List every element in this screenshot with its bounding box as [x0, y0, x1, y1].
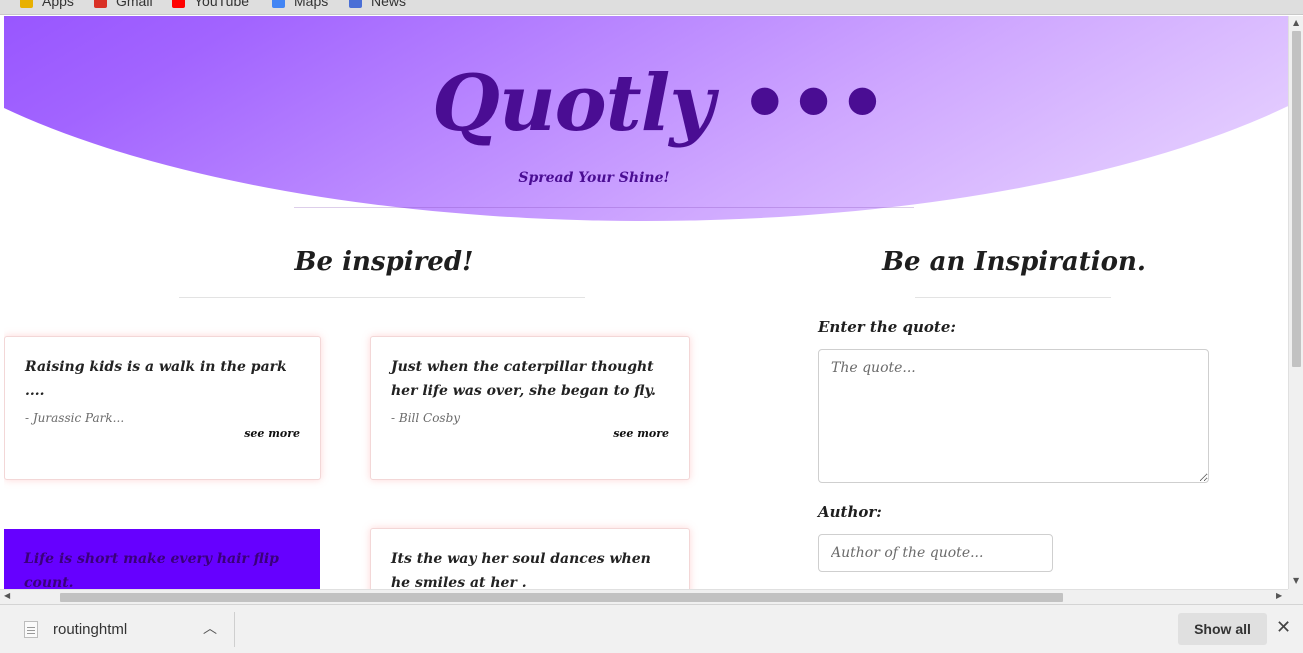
apps-icon — [20, 0, 33, 8]
file-icon — [24, 621, 38, 638]
bookmark-label: Apps — [42, 0, 74, 9]
chevron-up-icon[interactable]: ︿ — [203, 618, 217, 638]
quote-author: - Bill Cosby — [391, 411, 461, 425]
quote-text: Its the way her soul dances when he smil… — [391, 551, 651, 589]
vertical-scrollbar[interactable]: ▲ ▼ — [1288, 16, 1303, 589]
bookmarks-bar: Apps Gmail YouTube Maps News — [0, 0, 1303, 15]
scrollbar-corner — [1288, 589, 1303, 604]
quote-author: - Jurassic Park... — [25, 411, 125, 425]
inspired-heading: Be inspired! — [294, 247, 474, 277]
scroll-right-icon[interactable]: ▶ — [1276, 591, 1282, 600]
inspiration-heading: Be an Inspiration. — [882, 247, 1146, 277]
author-input[interactable] — [818, 534, 1053, 572]
scroll-up-icon[interactable]: ▲ — [1293, 18, 1299, 27]
quote-card[interactable]: Its the way her soul dances when he smil… — [370, 528, 690, 589]
hero-divider — [294, 207, 914, 208]
scroll-left-icon[interactable]: ◀ — [4, 591, 10, 600]
bookmark-label: YouTube — [194, 0, 250, 9]
downloads-bar: routinghtml ︿ Show all ✕ — [0, 604, 1303, 653]
see-more-link[interactable]: see more — [25, 427, 300, 440]
site-logo[interactable]: Quotly ••• — [432, 58, 887, 149]
youtube-icon — [172, 0, 185, 8]
quote-text: Life is short make every hair flip count… — [24, 551, 279, 589]
quote-text: Just when the caterpillar thought her li… — [391, 359, 656, 399]
gmail-icon — [94, 0, 107, 8]
download-filename[interactable]: routinghtml — [53, 621, 127, 638]
bookmark-youtube[interactable]: YouTube — [172, 0, 249, 10]
horizontal-scroll-thumb[interactable] — [60, 593, 1063, 602]
bookmark-label: News — [371, 0, 407, 9]
vertical-scroll-thumb[interactable] — [1292, 31, 1301, 367]
maps-icon — [272, 0, 285, 8]
news-icon — [349, 0, 362, 8]
bookmark-label: Maps — [294, 0, 329, 9]
quote-text: Raising kids is a walk in the park .... — [25, 359, 287, 399]
downloads-divider — [234, 612, 235, 647]
bookmark-gmail[interactable]: Gmail — [94, 0, 153, 10]
quote-field-label: Enter the quote: — [818, 318, 956, 336]
close-icon[interactable]: ✕ — [1276, 617, 1291, 638]
quote-textarea[interactable] — [818, 349, 1209, 483]
bookmark-news[interactable]: News — [349, 0, 406, 10]
bookmark-apps[interactable]: Apps — [20, 0, 74, 10]
quote-card-highlighted[interactable]: Life is short make every hair flip count… — [4, 529, 320, 589]
quote-card[interactable]: Just when the caterpillar thought her li… — [370, 336, 690, 480]
inspired-divider — [179, 297, 585, 298]
bookmark-maps[interactable]: Maps — [272, 0, 328, 10]
bookmark-label: Gmail — [116, 0, 153, 9]
inspiration-divider — [915, 297, 1111, 298]
page-viewport: Quotly ••• Spread Your Shine! Be inspire… — [4, 16, 1288, 589]
quote-card[interactable]: Raising kids is a walk in the park .... … — [4, 336, 321, 480]
author-field-label: Author: — [818, 503, 882, 521]
see-more-link[interactable]: see more — [391, 427, 669, 440]
show-all-button[interactable]: Show all — [1178, 613, 1267, 645]
scroll-down-icon[interactable]: ▼ — [1293, 576, 1299, 585]
site-tagline: Spread Your Shine! — [518, 170, 670, 186]
horizontal-scrollbar[interactable]: ◀ ▶ — [0, 589, 1288, 604]
